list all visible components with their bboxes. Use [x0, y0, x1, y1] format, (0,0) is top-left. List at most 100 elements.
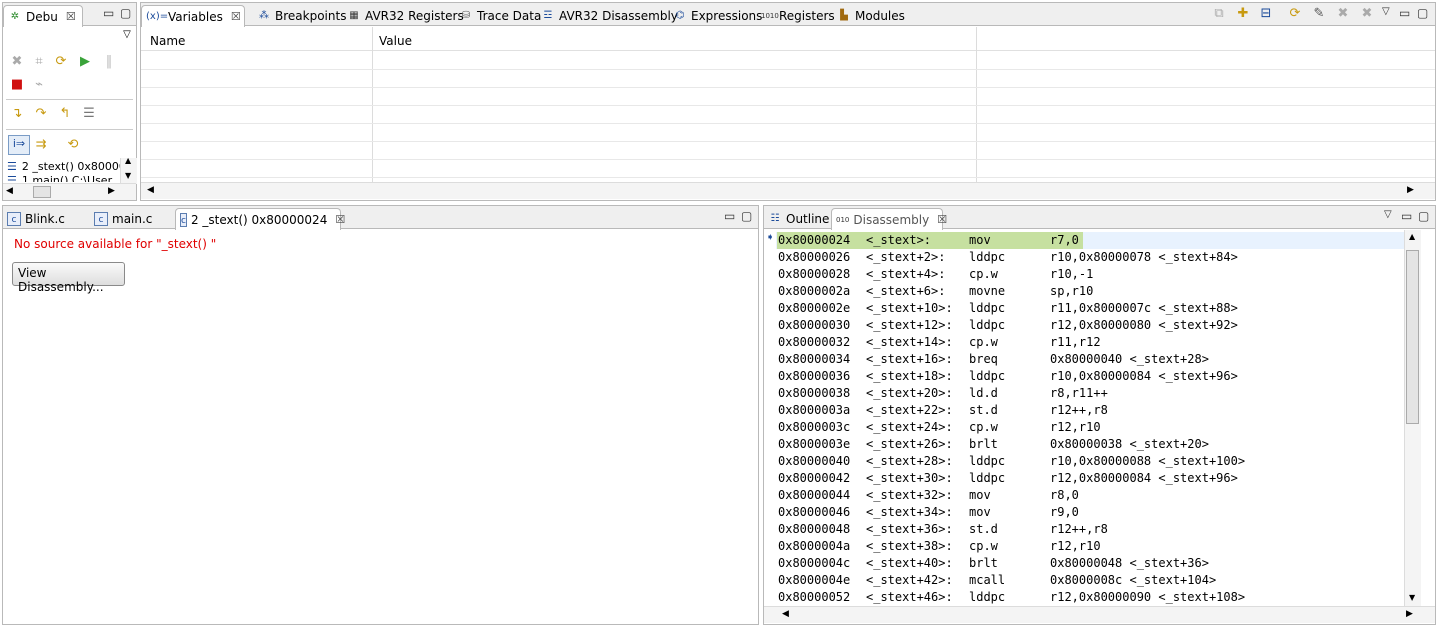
close-icon[interactable]: ☒ — [335, 213, 345, 226]
tab-trace-data[interactable]: ⛁ Trace Data — [455, 5, 545, 26]
maximize-icon[interactable]: ▢ — [1417, 6, 1428, 20]
step-return-icon[interactable]: ↰ — [57, 106, 73, 122]
remove-icon[interactable]: ✖ — [1335, 6, 1351, 22]
scroll-right-icon[interactable]: ▶ — [108, 186, 115, 196]
scroll-right-icon[interactable]: ▶ — [1407, 185, 1414, 195]
tab-avr32-registers[interactable]: ▦ AVR32 Registers — [343, 5, 468, 26]
close-icon[interactable]: ☒ — [66, 10, 76, 23]
tab-avr32-disassembly[interactable]: ☲ AVR32 Disassembly — [537, 5, 682, 26]
disassembly-row[interactable]: 0x80000032 <_stext+14>: cp.w r11,r12 — [778, 334, 1390, 351]
disassembly-vscrollbar[interactable]: ▲ ▼ — [1404, 230, 1421, 606]
step-into-icon[interactable]: ↴ — [9, 106, 25, 122]
collapse-icon[interactable]: ⊟ — [1258, 6, 1274, 22]
tab-expressions[interactable]: ⌬ Expressions — [669, 5, 766, 26]
instruction-step-icon[interactable]: i⇒ — [8, 135, 30, 155]
scroll-thumb[interactable] — [33, 186, 51, 198]
scroll-up-icon[interactable]: ▲ — [1409, 232, 1415, 241]
view-menu-icon[interactable]: ▽ — [1384, 209, 1392, 220]
tab-debug[interactable]: ✲ Debu ☒ — [3, 5, 83, 27]
disassembly-row[interactable]: 0x80000040 <_stext+28>: lddpc r10,0x8000008… — [778, 453, 1390, 470]
stack-vscrollbar[interactable]: ▲ ▼ — [120, 156, 137, 184]
stack-frame-row[interactable]: ☰ 2 _stext() 0x80000 — [7, 158, 123, 174]
scroll-left-icon[interactable]: ◀ — [147, 185, 154, 195]
tab-breakpoints[interactable]: ⁂ Breakpoints — [253, 5, 350, 26]
disassembly-row[interactable]: 0x8000004c <_stext+40>: brlt 0x80000048 <_s… — [778, 555, 1390, 572]
show-type-names-icon[interactable]: ✚ — [1235, 6, 1251, 22]
minimize-icon[interactable]: ▭ — [1401, 209, 1412, 223]
disassembly-row[interactable]: 0x80000036 <_stext+18>: lddpc r10,0x8000008… — [778, 368, 1390, 385]
disassembly-row[interactable]: 0x80000044 <_stext+32>: mov r8,0 — [778, 487, 1390, 504]
disassembly-row[interactable]: 0x80000026 <_stext+2>: lddpc r10,0x80000078… — [778, 249, 1390, 266]
scroll-thumb[interactable] — [1406, 250, 1419, 424]
instruction-symbol: <_stext+24>: — [866, 420, 953, 434]
stack-hscrollbar[interactable]: ◀ ▶ — [3, 183, 136, 200]
disassembly-row[interactable]: 0x8000004a <_stext+38>: cp.w r12,r10 — [778, 538, 1390, 555]
tab-disassembly[interactable]: 010 Disassembly ☒ — [831, 208, 947, 230]
variables-hscrollbar[interactable]: ◀ ▶ — [141, 182, 1435, 199]
disconnect-icon[interactable]: ⌁ — [31, 77, 47, 93]
disassembly-row[interactable]: 0x80000034 <_stext+16>: breq 0x80000040 <_s… — [778, 351, 1390, 368]
tab-main-c[interactable]: c main.c — [90, 208, 172, 229]
maximize-icon[interactable]: ▢ — [1418, 209, 1429, 223]
minimize-icon[interactable]: ▭ — [103, 6, 114, 20]
disassembly-row[interactable]: 0x8000004e <_stext+42>: mcall 0x8000008c <_… — [778, 572, 1390, 589]
minimize-icon[interactable]: ▭ — [724, 209, 735, 223]
disassembly-row[interactable]: 0x80000028 <_stext+4>: cp.w r10,-1 — [778, 266, 1390, 283]
tab-variables[interactable]: (x)= Variables ☒ — [141, 5, 245, 27]
remove-all-icon[interactable]: ✖ — [1359, 6, 1375, 22]
disassembly-row[interactable]: 0x80000042 <_stext+30>: lddpc r12,0x8000008… — [778, 470, 1390, 487]
disassembly-row[interactable]: 0x8000002a <_stext+6>: movne sp,r10 — [778, 283, 1390, 300]
instruction-address: 0x8000004a — [778, 539, 851, 553]
view-menu-icon[interactable]: ▽ — [1382, 6, 1390, 17]
step-over-icon[interactable]: ↷ — [33, 106, 49, 122]
disassembly-row[interactable]: 0x80000046 <_stext+34>: mov r9,0 — [778, 504, 1390, 521]
stack-frame-label: 1 main() C:\User — [21, 174, 113, 182]
scroll-down-icon[interactable]: ▼ — [125, 171, 131, 180]
stack-frame-row[interactable]: ☰ 1 main() C:\User — [7, 174, 123, 182]
variables-icon: (x)= — [146, 10, 169, 22]
column-header-value[interactable]: Value — [379, 34, 412, 48]
collapse-all-icon[interactable]: ⧉ — [1211, 6, 1227, 22]
suspend-icon[interactable]: ‖ — [101, 54, 117, 70]
tab-registers[interactable]: 1010 Registers — [757, 5, 839, 26]
disassembly-row[interactable]: 0x8000002e <_stext+10>: lddpc r11,0x8000007… — [778, 300, 1390, 317]
remove-terminated-icon[interactable]: ✖ — [9, 54, 25, 70]
view-menu-icon[interactable]: ▽ — [119, 27, 135, 43]
disassembly-row[interactable]: 0x80000052 <_stext+46>: lddpc r12,0x8000009… — [778, 589, 1390, 604]
scroll-left-icon[interactable]: ◀ — [6, 186, 13, 196]
view-disassembly-button[interactable]: View Disassembly... — [12, 262, 125, 294]
refresh-icon[interactable]: ⟳ — [1287, 6, 1303, 22]
close-icon[interactable]: ☒ — [231, 10, 241, 23]
select-icon[interactable]: ✎ — [1311, 6, 1327, 22]
close-icon[interactable]: ☒ — [937, 213, 947, 226]
maximize-icon[interactable]: ▢ — [741, 209, 752, 223]
column-header-name[interactable]: Name — [150, 34, 185, 48]
disassembly-row[interactable]: 0x80000024 <_stext>: mov r7,0 — [778, 232, 1390, 249]
tab-stext[interactable]: c 2 _stext() 0x80000024 ☒ — [175, 208, 345, 230]
editor-tabbar: c Blink.c c main.c c 2 _stext() 0x800000… — [3, 206, 758, 230]
scroll-right-icon[interactable]: ▶ — [1406, 609, 1413, 619]
terminate-icon[interactable]: ■ — [9, 77, 25, 93]
use-step-filters-icon[interactable]: ⇉ — [33, 137, 49, 153]
disassembly-row[interactable]: 0x8000003a <_stext+22>: st.d r12++,r8 — [778, 402, 1390, 419]
resume-icon[interactable]: ▶ — [77, 54, 93, 70]
maximize-icon[interactable]: ▢ — [120, 6, 131, 20]
disassembly-hscrollbar[interactable]: ◀ ▶ — [764, 606, 1435, 623]
tab-modules[interactable]: ▙ Modules — [833, 5, 909, 26]
connect-icon[interactable]: ⌗ — [31, 54, 47, 70]
disassembly-row[interactable]: 0x8000003c <_stext+24>: cp.w r12,r10 — [778, 419, 1390, 436]
scroll-down-icon[interactable]: ▼ — [1409, 593, 1415, 602]
disassembly-row[interactable]: 0x80000048 <_stext+36>: st.d r12++,r8 — [778, 521, 1390, 538]
tab-breakpoints-label: Breakpoints — [275, 8, 347, 23]
restart-icon[interactable]: ⟳ — [53, 54, 69, 70]
scroll-left-icon[interactable]: ◀ — [782, 609, 789, 619]
disassembly-row[interactable]: 0x80000038 <_stext+20>: ld.d r8,r11++ — [778, 385, 1390, 402]
minimize-icon[interactable]: ▭ — [1399, 6, 1410, 20]
drop-to-frame-icon[interactable]: ☰ — [81, 106, 97, 122]
scroll-up-icon[interactable]: ▲ — [125, 156, 131, 165]
disassembly-row[interactable]: 0x8000003e <_stext+26>: brlt 0x80000038 <_s… — [778, 436, 1390, 453]
reset-icon[interactable]: ⟲ — [65, 137, 81, 153]
tab-blink-c[interactable]: c Blink.c — [3, 208, 87, 229]
tab-outline[interactable]: ☷ Outline — [764, 208, 833, 229]
disassembly-row[interactable]: 0x80000030 <_stext+12>: lddpc r12,0x8000008… — [778, 317, 1390, 334]
